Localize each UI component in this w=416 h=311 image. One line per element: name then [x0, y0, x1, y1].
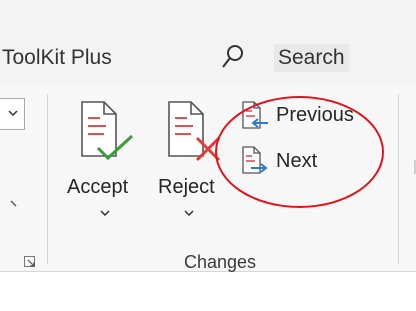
accept-label: Accept [67, 176, 129, 198]
chevron-down-icon [184, 210, 194, 216]
group-divider [398, 94, 399, 264]
group-divider [47, 94, 48, 264]
chevron-down-icon [8, 110, 18, 116]
left-dropdown[interactable] [0, 98, 25, 130]
dialog-launcher-icon[interactable] [24, 256, 36, 268]
search-icon[interactable] [220, 42, 246, 72]
highlight-circle [215, 96, 384, 208]
search-box[interactable]: Search [274, 44, 349, 72]
group-label-changes: Changes [183, 252, 257, 272]
accept-change-icon [81, 101, 134, 161]
chevron-down-icon[interactable] [10, 200, 18, 208]
chevron-down-icon [100, 210, 110, 216]
app-title: ToolKit Plus [2, 46, 112, 69]
reject-label: Reject [158, 176, 215, 198]
title-bar: ToolKit Plus Search [0, 0, 416, 84]
